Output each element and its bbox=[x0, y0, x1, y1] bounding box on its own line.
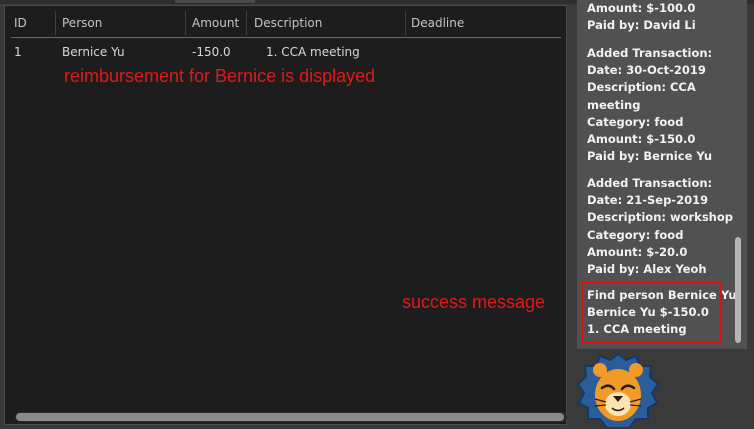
log-line: Amount: $-150.0 bbox=[587, 132, 696, 147]
log-line: Paid by: Bernice Yu bbox=[587, 149, 713, 164]
col-separator bbox=[246, 11, 247, 35]
header-underline bbox=[11, 37, 561, 38]
horizontal-scrollbar-thumb[interactable] bbox=[16, 413, 564, 421]
log-line: Amount: $-100.0 bbox=[587, 1, 696, 15]
top-tab-edge bbox=[175, 0, 255, 3]
col-header-deadline[interactable]: Deadline bbox=[411, 16, 464, 30]
col-separator bbox=[405, 11, 406, 35]
table-header: ID Person Amount Description Deadline bbox=[5, 6, 566, 38]
log-entry-partial: Amount: $-100.0 Paid by: David Li bbox=[587, 0, 737, 34]
cell-amount: -150.0 bbox=[192, 45, 231, 59]
success-highlight-box bbox=[581, 282, 722, 344]
col-header-description[interactable]: Description bbox=[254, 16, 322, 30]
log-line: Amount: $-20.0 bbox=[587, 244, 688, 259]
lion-mascot-icon bbox=[576, 352, 660, 428]
cell-description: 1. CCA meeting bbox=[266, 45, 360, 59]
col-separator bbox=[185, 11, 186, 35]
log-scrollbar[interactable] bbox=[735, 237, 741, 343]
success-annotation: success message bbox=[402, 292, 546, 312]
col-header-id[interactable]: ID bbox=[14, 16, 27, 30]
cell-person: Bernice Yu bbox=[62, 45, 125, 59]
log-line: Paid by: Alex Yeoh bbox=[587, 262, 707, 277]
log-line: Description: workshop bbox=[587, 210, 733, 225]
log-line: Added Transaction: bbox=[587, 176, 713, 190]
log-entry-cca: Added Transaction: Date: 30-Oct-2019 Des… bbox=[587, 45, 737, 165]
log-line: Added Transaction: bbox=[587, 46, 713, 60]
cell-id: 1 bbox=[14, 45, 22, 59]
log-line: Date: 21-Sep-2019 bbox=[587, 193, 709, 208]
reimbursement-annotation: reimbursement for Bernice is displayed bbox=[64, 66, 376, 86]
col-header-amount[interactable]: Amount bbox=[192, 16, 239, 30]
col-header-person[interactable]: Person bbox=[62, 16, 102, 30]
log-line: Description: CCA bbox=[587, 80, 696, 95]
col-separator bbox=[55, 11, 56, 35]
log-line: Paid by: David Li bbox=[587, 18, 696, 33]
log-entry-workshop: Added Transaction: Date: 21-Sep-2019 Des… bbox=[587, 175, 737, 278]
log-line: meeting bbox=[587, 97, 641, 112]
horizontal-scrollbar[interactable] bbox=[15, 412, 567, 422]
log-line: Category: food bbox=[587, 227, 684, 242]
log-line: Date: 30-Oct-2019 bbox=[587, 63, 706, 78]
log-line: Category: food bbox=[587, 114, 684, 129]
